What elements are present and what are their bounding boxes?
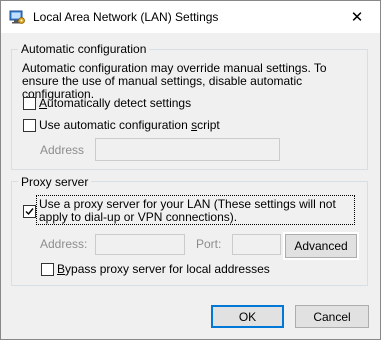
lan-settings-dialog: Local Area Network (LAN) Settings ✕ Auto… <box>0 0 381 340</box>
script-address-label: Address <box>40 143 85 157</box>
close-icon: ✕ <box>350 9 364 26</box>
window-title: Local Area Network (LAN) Settings <box>33 10 219 24</box>
close-button[interactable]: ✕ <box>334 1 380 33</box>
automatic-configuration-legend: Automatic configuration <box>18 42 150 56</box>
script-address-field[interactable] <box>95 138 280 161</box>
proxy-port-label: Port: <box>196 237 222 251</box>
proxy-address-label: Address: <box>40 237 88 251</box>
title-bar: Local Area Network (LAN) Settings ✕ <box>1 1 380 33</box>
auto-config-script-checkbox[interactable] <box>23 119 36 132</box>
bypass-local-checkbox[interactable] <box>41 263 54 276</box>
auto-detect-checkbox[interactable] <box>23 97 36 110</box>
cancel-button[interactable]: Cancel <box>295 305 369 328</box>
use-proxy-label[interactable]: Use a proxy server for your LAN (These s… <box>39 198 351 224</box>
auto-detect-label[interactable]: Automatically detect settings <box>39 97 191 110</box>
ok-button[interactable]: OK <box>211 305 284 328</box>
proxy-server-legend: Proxy server <box>18 175 92 189</box>
proxy-port-field[interactable] <box>232 234 281 255</box>
checkmark-icon <box>25 208 34 216</box>
use-proxy-checkbox[interactable] <box>23 205 36 218</box>
bypass-local-label[interactable]: Bypass proxy server for local addresses <box>57 263 270 276</box>
network-settings-icon <box>9 9 25 25</box>
proxy-address-field[interactable] <box>95 234 185 255</box>
auto-config-script-label[interactable]: Use automatic configuration script <box>39 119 220 132</box>
advanced-button[interactable]: Advanced <box>283 232 359 260</box>
